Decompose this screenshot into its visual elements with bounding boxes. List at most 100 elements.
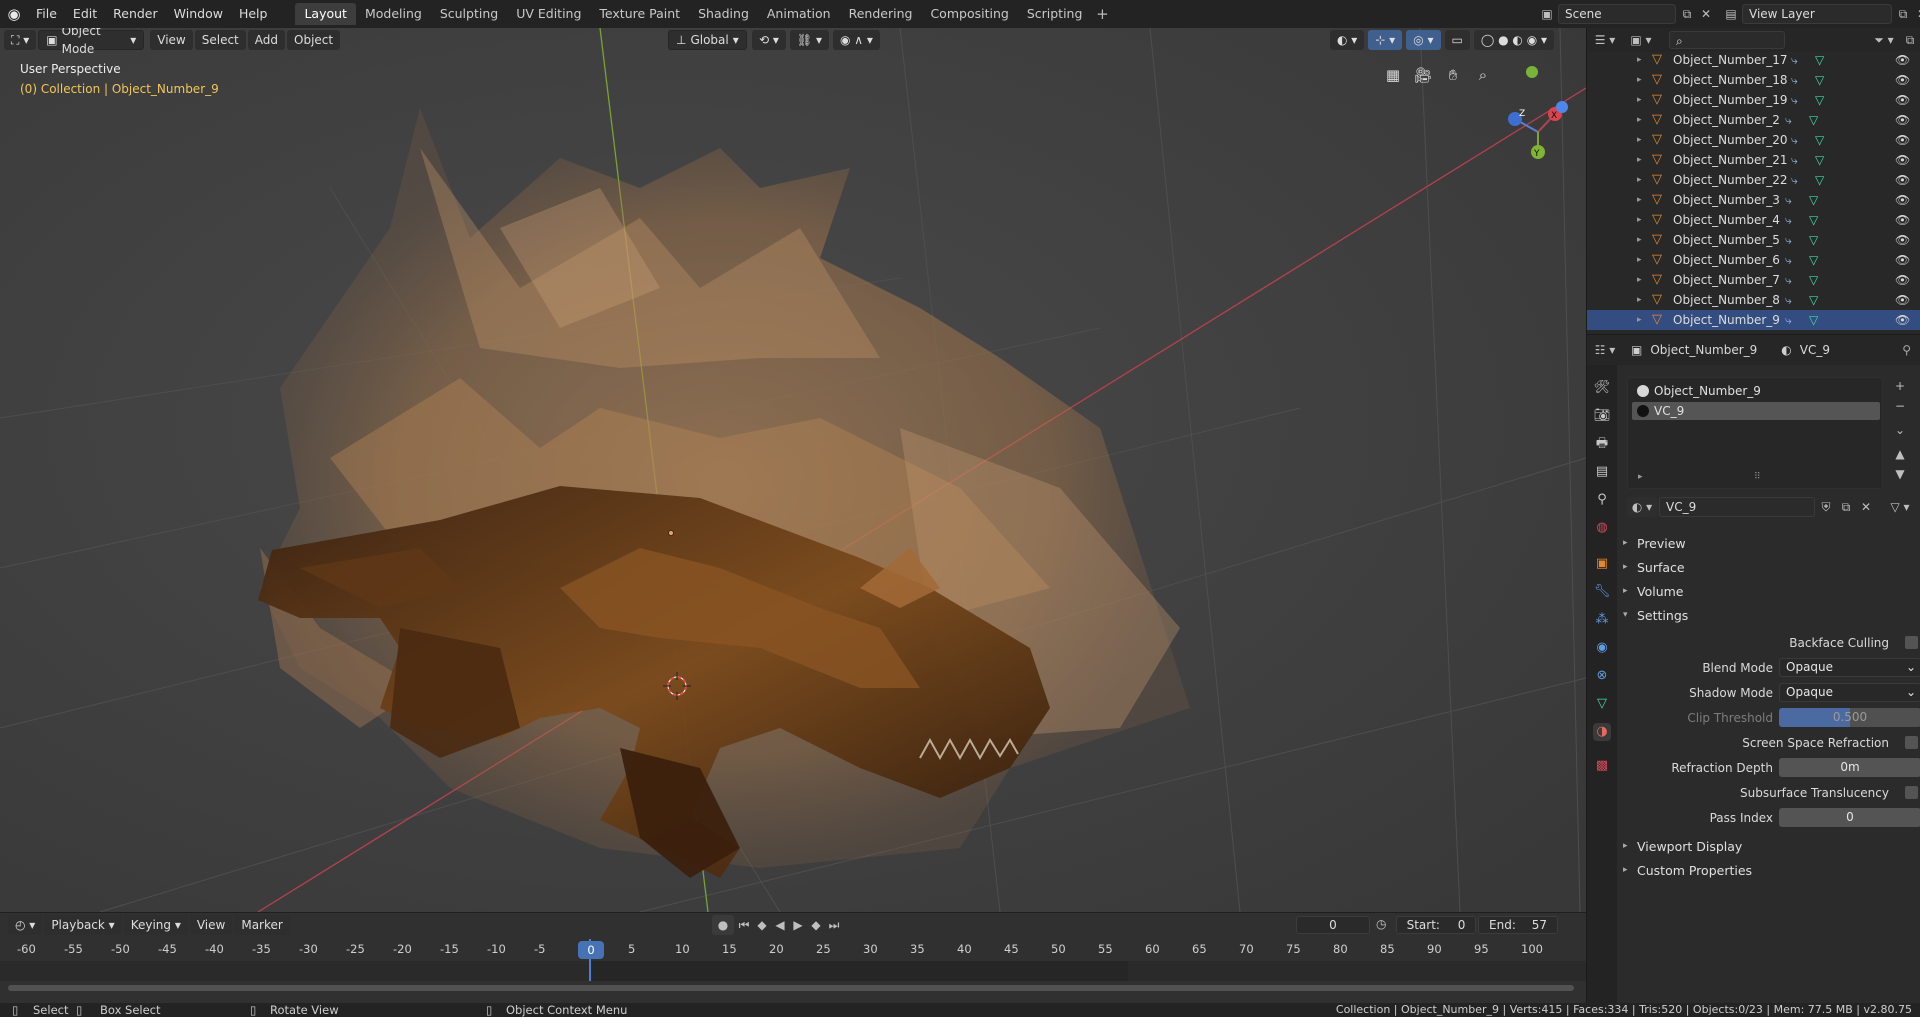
blend-mode-select[interactable]: Opaque ⌄ <box>1779 658 1920 677</box>
panel-volume[interactable]: ▸ Volume <box>1623 581 1684 601</box>
menu-edit[interactable]: Edit <box>65 3 105 25</box>
visibility-eye-icon[interactable]: 👁︎ <box>1895 93 1910 107</box>
shadow-mode-select[interactable]: Opaque ⌄ <box>1779 683 1920 702</box>
zoom-icon[interactable]: ⌕ <box>1470 62 1496 88</box>
menu-select[interactable]: Select <box>194 30 246 50</box>
mesh-data-icon[interactable]: ▽ <box>1815 93 1824 107</box>
menu-add[interactable]: Add <box>247 30 285 50</box>
material-slot-2[interactable]: VC_9 <box>1632 402 1880 420</box>
display-mode-icon[interactable]: ▣ ▾ <box>1623 30 1659 50</box>
tab-texture-paint[interactable]: Texture Paint <box>590 3 689 25</box>
visibility-eye-icon[interactable]: 👁︎ <box>1895 233 1910 247</box>
modifier-icon[interactable]: ⤷ <box>1785 313 1792 328</box>
mesh-data-icon[interactable]: ▽ <box>1809 313 1818 327</box>
timeline-editor-type-button[interactable]: ◴ ▾ <box>8 915 43 935</box>
object-mode-dropdown[interactable]: ▣ Object Mode ▾ <box>38 28 145 56</box>
tab-layout[interactable]: Layout <box>295 3 356 25</box>
tab-world-icon[interactable]: ◍ <box>1593 519 1611 537</box>
panel-custom-properties[interactable]: ▸ Custom Properties <box>1623 860 1752 880</box>
expand-arrow-icon[interactable]: ▸ <box>1637 155 1642 165</box>
resize-handle-icon[interactable]: ⠿ <box>1754 472 1761 482</box>
outliner-row[interactable]: ▸ ▽ Object_Number_7 ⤷ ▽ 👁︎ <box>1587 270 1920 290</box>
timeline-view-menu[interactable]: View <box>189 915 233 935</box>
material-slot-1[interactable]: Object_Number_9 <box>1632 382 1880 400</box>
mesh-data-icon[interactable]: ▽ <box>1809 273 1818 287</box>
xray-icon[interactable]: ▭ <box>1444 30 1470 50</box>
panel-settings[interactable]: ▾ Settings <box>1623 605 1688 625</box>
outliner-scrollbar[interactable] <box>1911 56 1917 326</box>
scene-icon[interactable]: ▣ <box>1536 4 1558 24</box>
mesh-data-icon[interactable]: ▽ <box>1815 53 1824 67</box>
tab-shading[interactable]: Shading <box>689 3 758 25</box>
expand-arrow-icon[interactable]: ▸ <box>1637 235 1642 245</box>
expand-arrow-icon[interactable]: ▸ <box>1637 95 1642 105</box>
panel-viewport-display[interactable]: ▸ Viewport Display <box>1623 836 1742 856</box>
mesh-data-icon[interactable]: ▽ <box>1809 233 1818 247</box>
panel-surface[interactable]: ▸ Surface <box>1623 557 1685 577</box>
fake-user-icon[interactable]: ⛨ <box>1817 497 1835 517</box>
outliner-row[interactable]: ▸ ▽ Object_Number_18 ⤷ ▽ 👁︎ <box>1587 70 1920 90</box>
current-frame-field[interactable]: 0 <box>1296 916 1370 934</box>
material-name-field[interactable]: VC_9 <box>1659 497 1815 517</box>
backface-culling-checkbox[interactable] <box>1905 636 1918 649</box>
visibility-eye-icon[interactable]: 👁︎ <box>1895 293 1910 307</box>
tab-material-icon[interactable]: ◑ <box>1593 723 1611 741</box>
modifier-icon[interactable]: ⤷ <box>1791 73 1798 88</box>
proportional-edit-icon[interactable]: ◉ ∧ ▾ <box>832 30 880 50</box>
modifier-icon[interactable]: ⤷ <box>1785 113 1792 128</box>
visibility-eye-icon[interactable]: 👁︎ <box>1895 173 1910 187</box>
tab-tool-icon[interactable]: 🛠︎ <box>1593 379 1611 397</box>
remove-scene-icon[interactable]: ✕ <box>1698 4 1714 24</box>
visibility-eye-icon[interactable]: 👁︎ <box>1895 193 1910 207</box>
playhead-frame-badge[interactable]: 0 <box>578 941 604 959</box>
outliner-row[interactable]: ▸ ▽ Object_Number_20 ⤷ ▽ 👁︎ <box>1587 130 1920 150</box>
menu-view[interactable]: View <box>150 30 193 50</box>
visibility-eye-icon[interactable]: 👁︎ <box>1895 53 1910 67</box>
tab-physics-icon[interactable]: ◉ <box>1593 639 1611 657</box>
outliner-row[interactable]: ▸ ▽ Object_Number_4 ⤷ ▽ 👁︎ <box>1587 210 1920 230</box>
tab-sculpting[interactable]: Sculpting <box>431 3 507 25</box>
expand-arrow-icon[interactable]: ▸ <box>1637 255 1642 265</box>
move-slot-down-icon[interactable]: ▼ <box>1891 465 1909 483</box>
outliner-row[interactable]: ▸ ▽ Object_Number_5 ⤷ ▽ 👁︎ <box>1587 230 1920 250</box>
new-collection-icon[interactable]: ⧉ <box>1899 30 1920 50</box>
outliner-row[interactable]: ▸ ▽ Object_Number_19 ⤷ ▽ 👁︎ <box>1587 90 1920 110</box>
visibility-eye-icon[interactable]: 👁︎ <box>1895 153 1910 167</box>
visibility-icon[interactable]: ◐ ▾ <box>1330 30 1365 50</box>
modifier-icon[interactable]: ⤷ <box>1785 273 1792 288</box>
scene-field[interactable]: Scene <box>1558 4 1676 24</box>
duplicate-material-icon[interactable]: ⧉ <box>1837 497 1855 517</box>
outliner-editor-type-icon[interactable]: ☰ ▾ <box>1587 30 1623 50</box>
outliner-row[interactable]: ▸ ▽ Object_Number_8 ⤷ ▽ 👁︎ <box>1587 290 1920 310</box>
mesh-data-icon[interactable]: ▽ <box>1809 253 1818 267</box>
menu-file[interactable]: File <box>28 3 65 25</box>
properties-editor-type-icon[interactable]: ☷ ▾ <box>1587 340 1623 360</box>
tab-texture-icon[interactable]: ▩ <box>1593 757 1611 775</box>
prev-keyframe-icon[interactable]: ◆ <box>754 915 770 935</box>
modifier-icon[interactable]: ⤷ <box>1791 133 1798 148</box>
mesh-data-icon[interactable]: ▽ <box>1809 193 1818 207</box>
jump-start-icon[interactable]: ⏮ <box>736 915 752 935</box>
mesh-data-icon[interactable]: ▽ <box>1815 173 1824 187</box>
modifier-icon[interactable]: ⤷ <box>1791 93 1798 108</box>
overlay-toggle-icon[interactable]: ◎ ▾ <box>1406 30 1441 50</box>
camera-icon[interactable]: 🎥︎ <box>1410 62 1436 88</box>
add-slot-icon[interactable]: + <box>1891 377 1909 395</box>
tab-output-icon[interactable]: 🖶︎ <box>1593 435 1611 453</box>
tab-scene-icon[interactable]: ⚲ <box>1593 491 1611 509</box>
mesh-data-icon[interactable]: ▽ <box>1815 153 1824 167</box>
outliner-search-input[interactable]: ⌕ <box>1669 31 1785 49</box>
visibility-eye-icon[interactable]: 👁︎ <box>1895 113 1910 127</box>
visibility-eye-icon[interactable]: 👁︎ <box>1895 273 1910 287</box>
modifier-icon[interactable]: ⤷ <box>1791 53 1798 68</box>
expand-arrow-icon[interactable]: ▸ <box>1637 75 1642 85</box>
mesh-data-icon[interactable]: ▽ <box>1809 113 1818 127</box>
browse-material-icon[interactable]: ◐ ▾ <box>1627 497 1657 517</box>
tab-modeling[interactable]: Modeling <box>356 3 431 25</box>
screen-space-refraction-checkbox[interactable] <box>1905 736 1918 749</box>
slot-specials-icon[interactable]: ⌄ <box>1891 421 1909 439</box>
pivot-icon[interactable]: ⟲ ▾ <box>752 30 786 50</box>
mesh-data-icon[interactable]: ▽ <box>1815 73 1824 87</box>
remove-view-layer-icon[interactable]: ✕ <box>1914 4 1920 24</box>
end-frame-field[interactable]: End: 57 <box>1478 916 1558 934</box>
